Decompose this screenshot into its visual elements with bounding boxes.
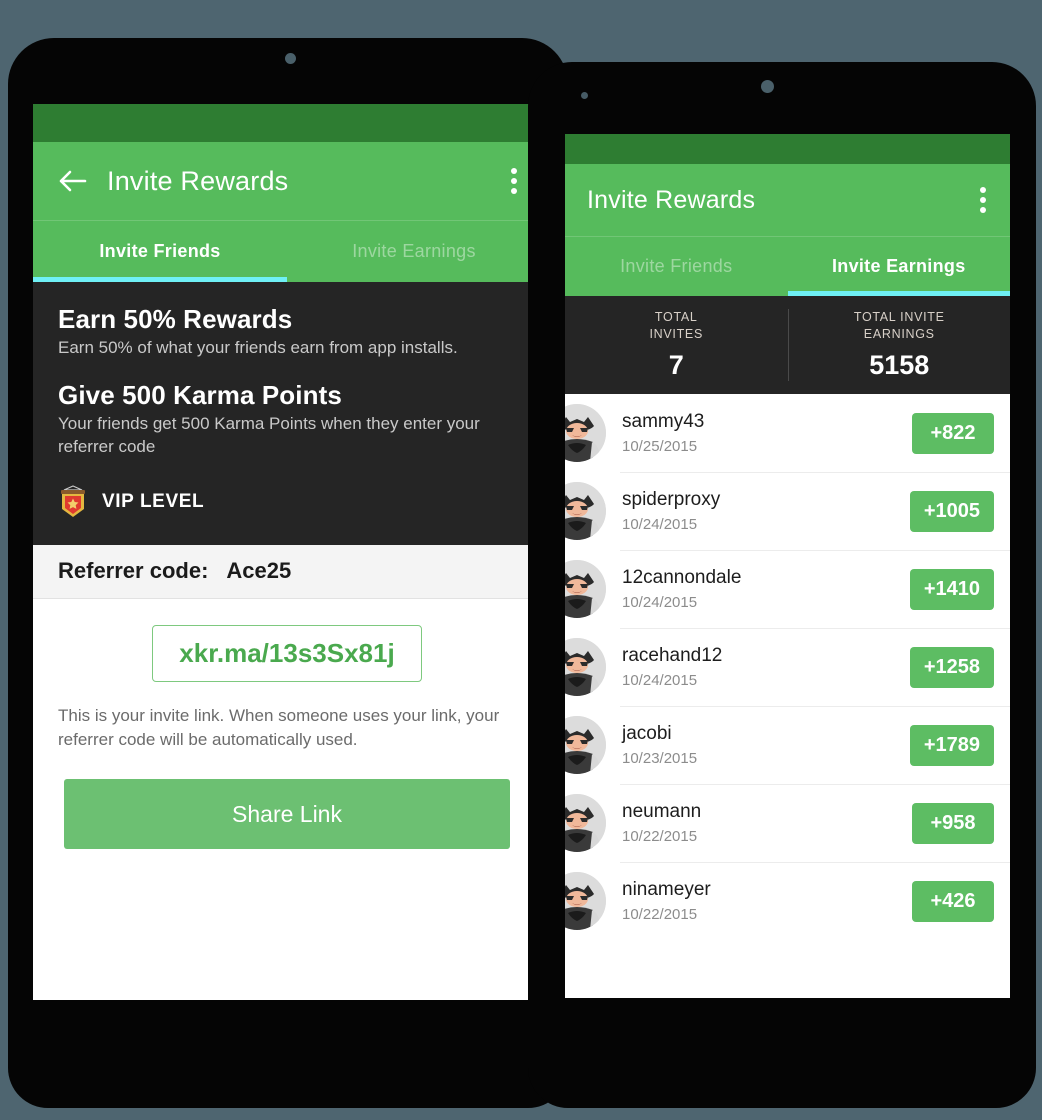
invite-row-text: jacobi 10/23/2015 bbox=[606, 723, 910, 767]
invite-link-box[interactable]: xkr.ma/13s3Sx81j bbox=[152, 624, 422, 682]
invite-earning-badge: +1789 bbox=[909, 724, 994, 766]
invite-row-text: 12cannondale 10/24/2015 bbox=[606, 567, 910, 611]
front-camera-icon bbox=[285, 53, 296, 64]
invite-username: sammy43 bbox=[622, 411, 705, 433]
tab-invite-friends[interactable]: Invite Friends bbox=[565, 237, 788, 296]
arrow-left-icon[interactable] bbox=[55, 164, 89, 198]
invite-date: 10/24/2015 bbox=[622, 671, 698, 689]
stat-label: TOTAL INVITE EARNINGS bbox=[853, 310, 945, 341]
table-row[interactable]: spiderproxy 10/24/2015 +1005 bbox=[565, 472, 1010, 550]
stat-total-invite-earnings: TOTAL INVITE EARNINGS 5158 bbox=[787, 309, 1011, 381]
invite-date: 10/22/2015 bbox=[622, 827, 698, 845]
tab-label: Invite Earnings bbox=[831, 256, 966, 276]
tab-label: Invite Friends bbox=[620, 256, 733, 276]
invite-link-note: This is your invite link. When someone u… bbox=[58, 705, 500, 749]
invite-username: spiderproxy bbox=[622, 489, 721, 511]
batman-avatar-icon bbox=[565, 872, 606, 930]
tab-invite-earnings[interactable]: Invite Earnings bbox=[287, 221, 541, 282]
invite-date: 10/22/2015 bbox=[622, 905, 698, 923]
vip-shield-icon bbox=[58, 485, 88, 519]
phone-screen-left: Invite Rewards Invite Friends Invite Ear… bbox=[33, 104, 541, 1000]
share-link-button[interactable]: Share Link bbox=[64, 779, 510, 850]
invite-username: neumann bbox=[622, 801, 702, 823]
invite-username: ninameyer bbox=[622, 879, 711, 901]
stat-value: 5158 bbox=[869, 349, 930, 380]
stat-total-invites: TOTAL INVITES 7 bbox=[565, 309, 788, 381]
vip-level-row: VIP LEVEL bbox=[58, 485, 516, 519]
invite-row-text: neumann 10/22/2015 bbox=[606, 801, 912, 845]
invite-date: 10/24/2015 bbox=[622, 593, 698, 611]
invite-username: 12cannondale bbox=[622, 567, 742, 589]
phone-screen-right: Invite Rewards Invite Friends Invite Ear… bbox=[565, 134, 1010, 998]
page-title: Invite Rewards bbox=[107, 165, 289, 196]
tab-label: Invite Earnings bbox=[352, 241, 476, 261]
status-bar bbox=[565, 134, 1010, 164]
table-row[interactable]: ninameyer 10/22/2015 +426 bbox=[565, 862, 1010, 940]
tab-bar-left: Invite Friends Invite Earnings bbox=[33, 220, 541, 282]
invite-date: 10/25/2015 bbox=[622, 437, 698, 455]
proximity-sensor-icon bbox=[581, 92, 588, 99]
batman-avatar-icon bbox=[565, 482, 606, 540]
promo-heading-karma: Give 500 Karma Points bbox=[58, 379, 342, 410]
invite-date: 10/24/2015 bbox=[622, 515, 698, 533]
invite-earning-badge: +1410 bbox=[909, 568, 994, 610]
invite-row-text: racehand12 10/24/2015 bbox=[606, 645, 910, 689]
front-camera-icon bbox=[761, 80, 774, 93]
invite-row-text: sammy43 10/25/2015 bbox=[606, 411, 912, 455]
promo-heading-rewards: Earn 50% Rewards bbox=[58, 304, 293, 334]
stat-value: 7 bbox=[668, 349, 684, 380]
referrer-code-value[interactable]: Ace25 bbox=[226, 558, 291, 584]
invite-username: jacobi bbox=[622, 723, 672, 745]
invite-username: racehand12 bbox=[622, 645, 723, 667]
stats-summary: TOTAL INVITES 7 TOTAL INVITE EARNINGS 51… bbox=[565, 296, 1010, 394]
table-row[interactable]: 12cannondale 10/24/2015 +1410 bbox=[565, 550, 1010, 628]
overflow-menu-icon[interactable] bbox=[980, 183, 986, 217]
page-title: Invite Rewards bbox=[587, 185, 756, 214]
referrer-code-strip: Referrer code: Ace25 bbox=[33, 544, 541, 599]
screenshot-stage: Invite Rewards Invite Friends Invite Ear… bbox=[0, 0, 1042, 1120]
invite-earning-badge: +1258 bbox=[909, 646, 994, 688]
status-bar bbox=[33, 104, 541, 142]
share-link-section: Share Link bbox=[33, 751, 541, 850]
invite-earning-badge: +1005 bbox=[909, 490, 994, 532]
table-row[interactable]: racehand12 10/24/2015 +1258 bbox=[565, 628, 1010, 706]
tab-invite-friends[interactable]: Invite Friends bbox=[33, 221, 287, 282]
tab-bar-right: Invite Friends Invite Earnings bbox=[565, 236, 1010, 296]
tab-active-indicator bbox=[787, 291, 1010, 296]
tab-invite-earnings[interactable]: Invite Earnings bbox=[788, 237, 1011, 296]
promo-body-rewards: Earn 50% of what your friends earn from … bbox=[58, 338, 458, 357]
table-row[interactable]: neumann 10/22/2015 +958 bbox=[565, 784, 1010, 862]
batman-avatar-icon bbox=[565, 638, 606, 696]
batman-avatar-icon bbox=[565, 716, 606, 774]
invite-link-section: xkr.ma/13s3Sx81j This is your invite lin… bbox=[33, 599, 541, 752]
vip-level-label: VIP LEVEL bbox=[102, 490, 205, 512]
invite-row-text: ninameyer 10/22/2015 bbox=[606, 879, 912, 923]
table-row[interactable]: jacobi 10/23/2015 +1789 bbox=[565, 706, 1010, 784]
app-bar-left: Invite Rewards bbox=[33, 142, 541, 220]
batman-avatar-icon bbox=[565, 560, 606, 618]
batman-avatar-icon bbox=[565, 404, 606, 462]
invite-earning-badge: +958 bbox=[912, 802, 994, 844]
invite-row-text: spiderproxy 10/24/2015 bbox=[606, 489, 910, 533]
overflow-menu-icon[interactable] bbox=[511, 164, 517, 198]
invite-date: 10/23/2015 bbox=[622, 749, 698, 767]
invite-earning-badge: +822 bbox=[912, 412, 994, 454]
app-bar-right: Invite Rewards bbox=[565, 164, 1010, 236]
promo-panel: Earn 50% Rewards Earn 50% of what your f… bbox=[33, 282, 541, 545]
invite-earning-badge: +426 bbox=[912, 880, 994, 922]
batman-avatar-icon bbox=[565, 794, 606, 852]
stat-label: TOTAL INVITES bbox=[649, 310, 704, 341]
promo-body-karma: Your friends get 500 Karma Points when t… bbox=[58, 413, 480, 456]
invite-earnings-list: sammy43 10/25/2015 +822 spiderproxy 10/2… bbox=[565, 394, 1010, 940]
tab-label: Invite Friends bbox=[99, 241, 221, 261]
tab-active-indicator bbox=[33, 277, 287, 282]
table-row[interactable]: sammy43 10/25/2015 +822 bbox=[565, 394, 1010, 472]
referrer-code-label: Referrer code: bbox=[58, 558, 209, 584]
